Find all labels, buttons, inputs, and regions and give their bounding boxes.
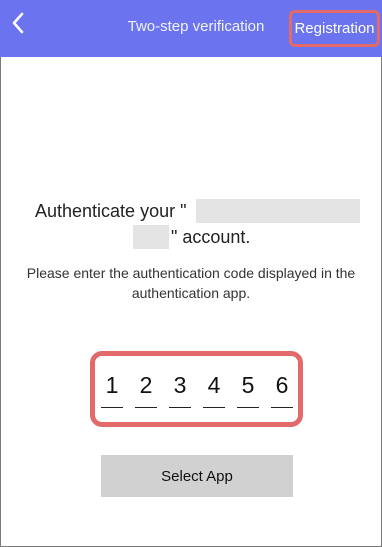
auth-heading-prefix: Authenticate your " [35, 201, 187, 221]
code-digit-underline [169, 407, 191, 408]
code-digit-1: 1 [105, 372, 119, 398]
chevron-left-icon [12, 12, 24, 34]
code-digit-2: 2 [139, 372, 153, 398]
page-title: Two-step verification [127, 18, 265, 35]
code-digit-4: 4 [207, 372, 221, 398]
code-digit-underline [271, 407, 293, 408]
app-bar: Two-step verification Registration [0, 0, 382, 57]
code-digit-3: 3 [173, 372, 187, 398]
instruction-text: Please enter the authentication code dis… [26, 265, 356, 301]
back-button[interactable] [4, 9, 32, 37]
code-digit-5: 5 [241, 372, 255, 398]
select-app-button[interactable]: Select App [101, 455, 293, 497]
code-digit-underline [101, 407, 123, 408]
code-digit-underline [135, 407, 157, 408]
code-digit-underline [237, 407, 259, 408]
registration-button[interactable]: Registration [289, 10, 380, 47]
auth-code-input[interactable]: 1 2 3 4 5 6 [90, 351, 303, 427]
auth-heading-suffix: " account. [171, 227, 251, 247]
code-digit-underline [203, 407, 225, 408]
code-digit-6: 6 [275, 372, 289, 398]
redacted-account-name-part2 [133, 225, 169, 249]
redacted-account-name-part1 [196, 199, 360, 223]
